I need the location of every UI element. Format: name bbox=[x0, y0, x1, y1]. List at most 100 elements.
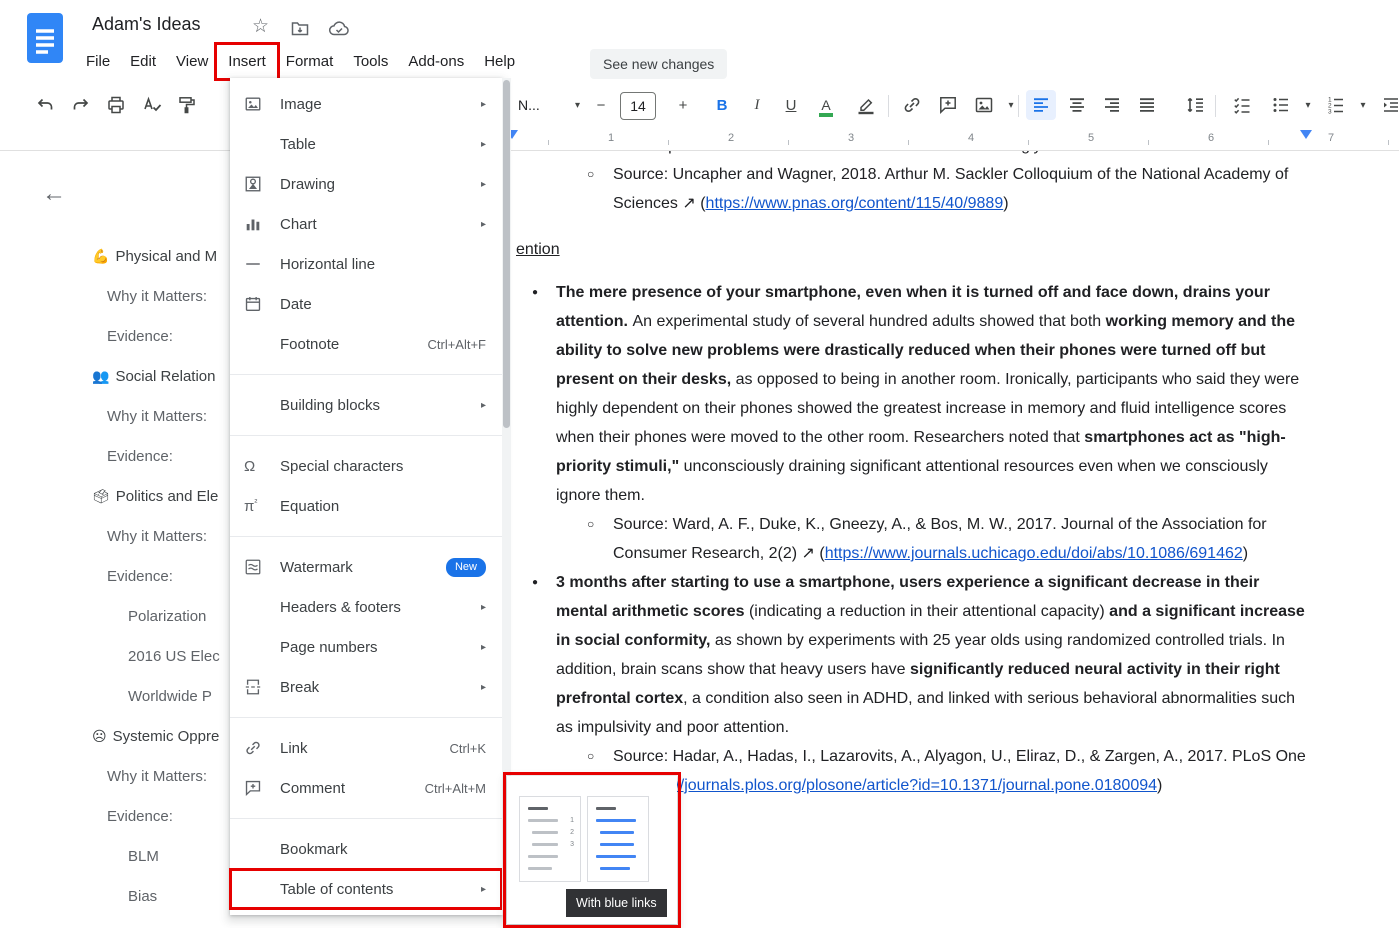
numbered-list-button[interactable]: 123 bbox=[1321, 90, 1351, 120]
menu-item-date[interactable]: Date bbox=[230, 284, 502, 324]
menu-item-table[interactable]: Table▸ bbox=[230, 124, 502, 164]
bold-button[interactable]: B bbox=[707, 90, 737, 120]
paint-format-button[interactable] bbox=[172, 90, 202, 120]
bulleted-list-dropdown[interactable]: ▾ bbox=[1293, 90, 1323, 120]
font-size-value[interactable]: 14 bbox=[620, 92, 656, 120]
document-text: basic human capacities — such as our mem… bbox=[516, 131, 1311, 800]
menu-view[interactable]: View bbox=[166, 46, 218, 77]
menu-item-drawing[interactable]: Drawing▸ bbox=[230, 164, 502, 204]
section-heading: ention bbox=[516, 235, 1311, 264]
indent-marker-right[interactable] bbox=[1300, 130, 1312, 139]
outline-item-label: 2016 US Elec bbox=[128, 648, 220, 665]
image-menu-icon bbox=[244, 95, 274, 113]
menu-item-special-characters[interactable]: ΩSpecial characters bbox=[230, 446, 502, 486]
ruler-number: 7 bbox=[1328, 132, 1334, 144]
scrollbar-thumb[interactable] bbox=[503, 80, 510, 428]
menu-item-footnote[interactable]: FootnoteCtrl+Alt+F bbox=[230, 324, 502, 364]
section-emoji-icon: 💪 bbox=[92, 248, 109, 265]
drawing-icon bbox=[244, 175, 274, 193]
add-comment-button[interactable] bbox=[933, 90, 963, 120]
section-emoji-icon: ☹ bbox=[92, 728, 107, 745]
justify-button[interactable] bbox=[1132, 90, 1162, 120]
menu-item-image[interactable]: Image▸ bbox=[230, 84, 502, 124]
undo-button[interactable] bbox=[30, 90, 60, 120]
menu-help[interactable]: Help bbox=[474, 46, 525, 77]
move-folder-icon[interactable] bbox=[290, 19, 310, 43]
decrease-indent-button[interactable] bbox=[1376, 90, 1399, 120]
document-page[interactable]: basic human capacities — such as our mem… bbox=[516, 131, 1311, 800]
checklist-button[interactable] bbox=[1227, 90, 1257, 120]
menu-item-table-of-contents[interactable]: Table of contents▸ bbox=[230, 869, 502, 909]
menu-item-headers-footers[interactable]: Headers & footers▸ bbox=[230, 587, 502, 627]
insert-link-button[interactable] bbox=[897, 90, 927, 120]
italic-button[interactable]: I bbox=[742, 90, 772, 120]
menu-item-break[interactable]: Break▸ bbox=[230, 667, 502, 707]
menu-item-page-numbers[interactable]: Page numbers▸ bbox=[230, 627, 502, 667]
see-new-changes-button[interactable]: See new changes bbox=[590, 49, 727, 79]
menu-separator bbox=[230, 818, 502, 819]
text-color-letter: A bbox=[821, 97, 830, 113]
menu-separator bbox=[230, 717, 502, 718]
insert-image-dropdown[interactable]: ▾ bbox=[996, 90, 1026, 120]
menu-item-label: Link bbox=[280, 740, 450, 757]
ruler-tick bbox=[1268, 140, 1269, 145]
menu-item-chart[interactable]: Chart▸ bbox=[230, 204, 502, 244]
menu-item-bookmark[interactable]: Bookmark bbox=[230, 829, 502, 869]
menu-item-label: Footnote bbox=[280, 336, 427, 353]
spelling-check-button[interactable] bbox=[137, 90, 167, 120]
highlight-color-button[interactable] bbox=[851, 90, 881, 120]
bullet-circle: ○ bbox=[587, 160, 594, 189]
menu-item-comment[interactable]: CommentCtrl+Alt+M bbox=[230, 768, 502, 808]
submenu-arrow-icon: ▸ bbox=[481, 179, 486, 190]
doc-link[interactable]: https://www.journals.uchicago.edu/doi/ab… bbox=[825, 545, 1243, 562]
ruler-number: 2 bbox=[728, 132, 734, 144]
menu-item-equation[interactable]: π²Equation bbox=[230, 486, 502, 526]
menu-item-label: Horizontal line bbox=[280, 256, 486, 273]
outline-item-label: Why it Matters: bbox=[107, 408, 207, 425]
redo-button[interactable] bbox=[66, 90, 96, 120]
outline-item-label: Worldwide P bbox=[128, 688, 212, 705]
toc-with-blue-links-option[interactable] bbox=[587, 796, 649, 882]
ruler-tick bbox=[908, 140, 909, 145]
menu-add-ons[interactable]: Add-ons bbox=[398, 46, 474, 77]
doc-bullet-item: ●3 months after starting to use a smartp… bbox=[516, 568, 1311, 742]
doc-link[interactable]: https://journals.plos.org/plosone/articl… bbox=[636, 777, 1157, 794]
numbered-list-dropdown[interactable]: ▾ bbox=[1348, 90, 1378, 120]
menu-item-building-blocks[interactable]: Building blocks▸ bbox=[230, 385, 502, 425]
print-button[interactable] bbox=[101, 90, 131, 120]
star-icon[interactable]: ☆ bbox=[252, 17, 269, 36]
font-size-increase-button[interactable]: + bbox=[668, 90, 698, 120]
menu-item-link[interactable]: LinkCtrl+K bbox=[230, 728, 502, 768]
menu-item-horizontal-line[interactable]: Horizontal line bbox=[230, 244, 502, 284]
text-color-button[interactable]: A bbox=[811, 90, 841, 120]
align-center-button[interactable] bbox=[1062, 90, 1092, 120]
document-title[interactable]: Adam's Ideas bbox=[92, 14, 201, 35]
ruler-tick bbox=[1388, 140, 1389, 145]
outline-item-label: Evidence: bbox=[107, 448, 173, 465]
close-outline-icon[interactable]: ← bbox=[42, 180, 66, 208]
underline-button[interactable]: U bbox=[776, 90, 806, 120]
menu-insert[interactable]: Insert bbox=[218, 46, 276, 77]
docs-logo-icon[interactable] bbox=[27, 13, 63, 63]
align-left-button[interactable] bbox=[1026, 90, 1056, 120]
menu-edit[interactable]: Edit bbox=[120, 46, 166, 77]
styles-dropdown[interactable]: N...▾ bbox=[512, 90, 586, 120]
ruler-tick bbox=[1148, 140, 1149, 145]
align-right-button[interactable] bbox=[1097, 90, 1127, 120]
date-icon bbox=[244, 295, 274, 313]
menu-item-label: Break bbox=[280, 679, 471, 696]
toc-with-page-numbers-option[interactable]: 123 bbox=[519, 796, 581, 882]
menu-format[interactable]: Format bbox=[276, 46, 344, 77]
doc-link[interactable]: https://www.pnas.org/content/115/40/9889 bbox=[706, 195, 1004, 212]
menu-tools[interactable]: Tools bbox=[343, 46, 398, 77]
menu-file[interactable]: File bbox=[76, 46, 120, 77]
ruler-number: 3 bbox=[848, 132, 854, 144]
menu-item-label: Special characters bbox=[280, 458, 486, 475]
line-spacing-button[interactable] bbox=[1180, 90, 1210, 120]
menu-item-watermark[interactable]: WatermarkNew bbox=[230, 547, 502, 587]
bulleted-list-button[interactable] bbox=[1266, 90, 1296, 120]
font-size-decrease-button[interactable]: − bbox=[586, 90, 616, 120]
ruler[interactable]: 1234567 bbox=[0, 128, 1399, 151]
cloud-saved-icon[interactable] bbox=[328, 21, 350, 41]
insert-image-button[interactable] bbox=[969, 90, 999, 120]
